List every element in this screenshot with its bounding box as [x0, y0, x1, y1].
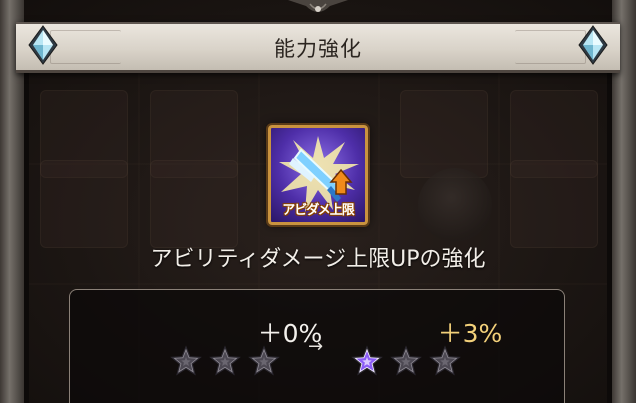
background-tile	[150, 160, 238, 248]
top-ornament-icon	[288, 0, 348, 12]
background-tile	[510, 160, 598, 248]
skill-icon-label: アビダメ上限	[282, 203, 355, 218]
star-empty-icon	[429, 345, 461, 376]
frame-inner-left	[24, 60, 29, 403]
background-orb-icon	[418, 168, 492, 242]
skill-name: アビリティダメージ上限UPの強化	[150, 247, 486, 272]
crystal-gem-icon	[28, 25, 58, 65]
crystal-gem-icon	[578, 25, 608, 65]
star-empty-icon	[248, 345, 280, 376]
dialog-title: 能力強化	[274, 37, 362, 61]
frame-inner-right	[607, 60, 612, 403]
background-tile	[400, 90, 488, 178]
star-filled-icon	[351, 345, 383, 376]
star-empty-icon	[390, 345, 422, 376]
dialog-title-bar: 能力強化	[16, 22, 620, 73]
star-empty-icon	[209, 345, 241, 376]
next-value: ＋3%	[437, 319, 503, 348]
arrow-right-icon: →	[308, 336, 324, 357]
star-empty-icon	[170, 345, 202, 376]
background-tile	[40, 160, 128, 248]
ability-damage-cap-up-icon: アビダメ上限	[268, 125, 368, 225]
